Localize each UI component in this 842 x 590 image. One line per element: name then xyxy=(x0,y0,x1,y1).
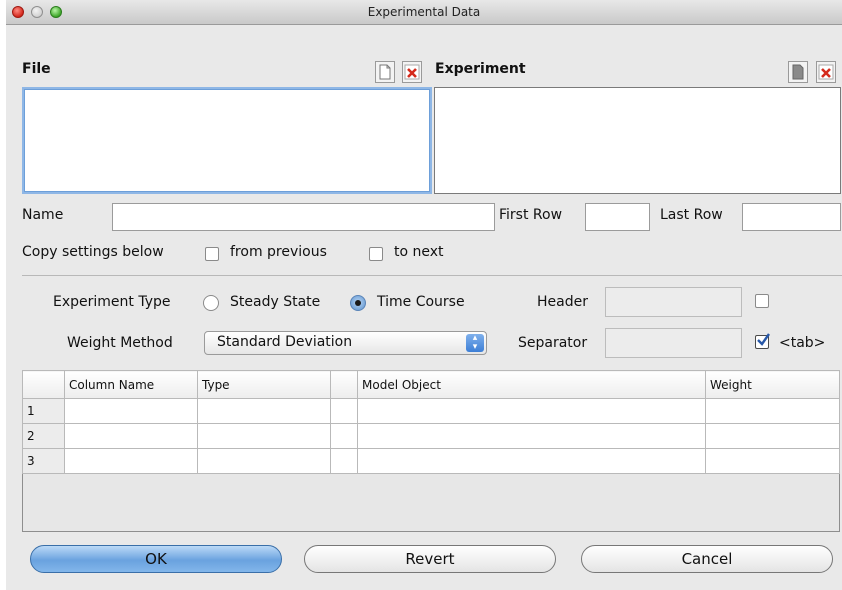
time-course-label: Time Course xyxy=(377,294,465,310)
revert-button[interactable]: Revert xyxy=(304,545,556,573)
experiment-type-label: Experiment Type xyxy=(53,294,171,310)
row-number: 3 xyxy=(22,448,65,474)
cancel-button[interactable]: Cancel xyxy=(581,545,833,573)
section-divider xyxy=(22,275,842,276)
row-number-header xyxy=(22,370,65,399)
table-cell[interactable] xyxy=(197,398,331,424)
updown-arrows-icon: ▴ ▾ xyxy=(466,334,484,352)
table-cell[interactable] xyxy=(330,398,358,424)
table-cell[interactable] xyxy=(330,448,358,474)
column-header[interactable]: Weight xyxy=(705,370,840,399)
column-table: Column Name Type Model Object Weight 1 2… xyxy=(22,370,840,474)
table-cell[interactable] xyxy=(64,398,198,424)
table-cell[interactable] xyxy=(330,423,358,449)
from-previous-label: from previous xyxy=(230,244,327,260)
table-cell[interactable] xyxy=(357,448,706,474)
header-label: Header xyxy=(537,294,588,310)
table-cell[interactable] xyxy=(705,423,840,449)
last-row-label: Last Row xyxy=(660,207,723,223)
title-bar[interactable]: Experimental Data xyxy=(6,0,842,25)
time-course-radio[interactable] xyxy=(350,295,366,311)
table-cell[interactable] xyxy=(197,448,331,474)
delete-icon xyxy=(404,64,420,80)
table-cell[interactable] xyxy=(357,423,706,449)
tab-checkbox[interactable] xyxy=(755,333,770,349)
new-document-icon xyxy=(379,64,391,80)
separator-input[interactable] xyxy=(605,328,742,358)
header-input[interactable] xyxy=(605,287,742,317)
column-header[interactable] xyxy=(330,370,358,399)
column-header[interactable]: Column Name xyxy=(64,370,198,399)
table-header-row: Column Name Type Model Object Weight xyxy=(22,370,840,399)
name-label: Name xyxy=(22,207,64,223)
first-row-input[interactable] xyxy=(585,203,650,231)
column-header[interactable]: Model Object xyxy=(357,370,706,399)
table-row[interactable]: 2 xyxy=(22,423,840,449)
to-next-checkbox[interactable] xyxy=(369,247,383,261)
window-title: Experimental Data xyxy=(367,5,481,19)
first-row-label: First Row xyxy=(499,207,563,223)
experiment-list[interactable] xyxy=(434,87,841,194)
table-cell[interactable] xyxy=(64,423,198,449)
table-cell[interactable] xyxy=(64,448,198,474)
delete-experiment-button[interactable] xyxy=(816,61,836,83)
table-cell[interactable] xyxy=(357,398,706,424)
copy-settings-label: Copy settings below xyxy=(22,244,164,260)
new-file-button[interactable] xyxy=(375,61,395,83)
steady-state-radio[interactable] xyxy=(203,295,219,311)
new-document-icon xyxy=(792,64,804,80)
weight-method-value: Standard Deviation xyxy=(217,334,353,350)
ok-button[interactable]: OK xyxy=(30,545,282,573)
last-row-input[interactable] xyxy=(742,203,841,231)
dialog-window: Experimental Data File Experiment Name F… xyxy=(6,0,842,590)
weight-method-label: Weight Method xyxy=(67,335,173,351)
tab-label: <tab> xyxy=(779,335,826,351)
delete-file-button[interactable] xyxy=(402,61,422,83)
table-row[interactable]: 3 xyxy=(22,448,840,474)
header-checkbox[interactable] xyxy=(755,294,769,308)
delete-icon xyxy=(818,64,834,80)
file-list[interactable] xyxy=(22,87,432,194)
name-input[interactable] xyxy=(112,203,495,231)
weight-method-select[interactable]: Standard Deviation ▴ ▾ xyxy=(204,331,487,355)
row-number: 1 xyxy=(22,398,65,424)
separator-label: Separator xyxy=(518,335,588,351)
checkmark-icon xyxy=(757,333,770,346)
table-cell[interactable] xyxy=(705,448,840,474)
file-label: File xyxy=(22,61,51,77)
new-experiment-button[interactable] xyxy=(788,61,808,83)
column-header[interactable]: Type xyxy=(197,370,331,399)
table-cell[interactable] xyxy=(197,423,331,449)
table-cell[interactable] xyxy=(705,398,840,424)
steady-state-label: Steady State xyxy=(230,294,321,310)
table-row[interactable]: 1 xyxy=(22,398,840,424)
from-previous-checkbox[interactable] xyxy=(205,247,219,261)
experiment-label: Experiment xyxy=(435,61,526,77)
to-next-label: to next xyxy=(394,244,444,260)
row-number: 2 xyxy=(22,423,65,449)
